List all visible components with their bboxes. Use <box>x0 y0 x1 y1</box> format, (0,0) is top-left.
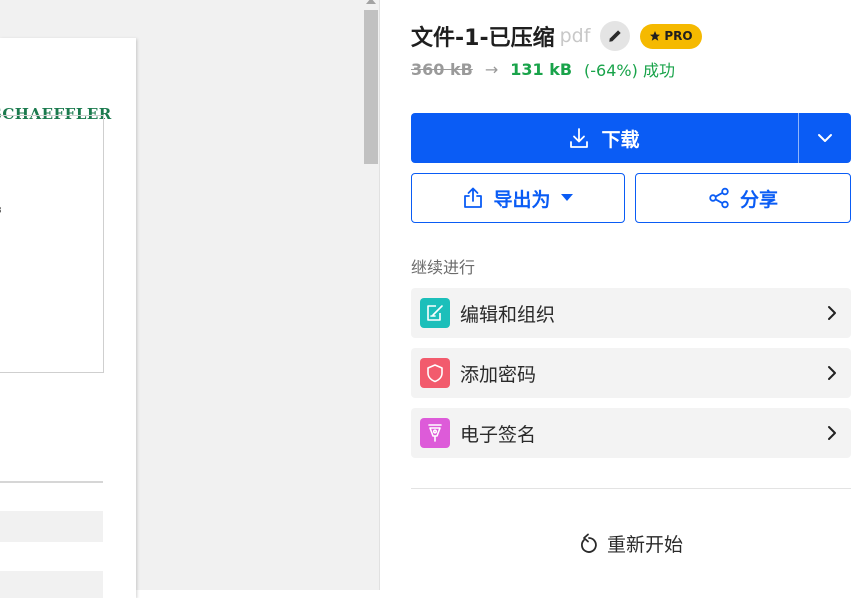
document-preview: SCHAEFFLER 3 <box>0 0 362 598</box>
file-extension: pdf <box>559 25 591 47</box>
pro-label: PRO <box>664 29 693 43</box>
preview-row <box>0 511 103 542</box>
chevron-right-icon <box>827 425 837 441</box>
preview-scrollbar[interactable] <box>362 0 380 590</box>
share-button[interactable]: 分享 <box>635 173 851 223</box>
preview-content-box <box>0 115 104 373</box>
original-size: 360 kB <box>411 59 473 79</box>
preview-page: SCHAEFFLER 3 <box>0 38 136 598</box>
tool-edit-organize[interactable]: 编辑和组织 <box>411 288 851 338</box>
chevron-down-icon <box>818 134 832 142</box>
download-label: 下载 <box>601 128 640 151</box>
arrow-right-icon: → <box>484 59 499 79</box>
compression-result: (-64%) 成功 <box>584 61 675 80</box>
pro-badge[interactable]: PRO <box>640 23 702 49</box>
compressed-size: 131 kB <box>510 59 573 79</box>
share-label: 分享 <box>739 188 778 211</box>
star-icon <box>650 31 661 41</box>
pencil-icon <box>609 30 622 42</box>
export-label: 导出为 <box>493 188 551 211</box>
chevron-right-icon <box>827 365 837 381</box>
restart-icon <box>581 533 597 553</box>
download-button[interactable]: 下载 <box>411 113 798 163</box>
download-button-group: 下载 <box>411 113 851 163</box>
tool-label: 添加密码 <box>460 363 537 386</box>
caret-down-icon <box>560 194 573 201</box>
size-comparison: 360 kB → 131 kB (-64%) 成功 <box>411 57 675 81</box>
file-name: 文件-1-已压缩 <box>411 26 555 51</box>
continue-heading: 继续进行 <box>411 258 476 277</box>
rename-button[interactable] <box>600 21 631 51</box>
tool-e-sign[interactable]: 电子签名 <box>411 408 851 458</box>
chevron-right-icon <box>827 305 837 321</box>
shield-icon <box>420 358 450 388</box>
preview-row <box>0 571 103 598</box>
scroll-thumb[interactable] <box>364 10 378 164</box>
download-icon <box>570 128 589 148</box>
share-icon <box>709 187 729 209</box>
restart-label: 重新开始 <box>606 534 683 556</box>
pen-nib-icon <box>420 418 450 448</box>
tool-label: 编辑和组织 <box>460 303 556 326</box>
scroll-up-arrow-icon[interactable] <box>366 0 376 4</box>
result-panel: 文件-1-已压缩 pdf PRO 360 kB → 131 kB (-64%) … <box>381 0 867 590</box>
file-title-row: 文件-1-已压缩 pdf PRO <box>411 20 702 52</box>
section-divider <box>411 488 851 489</box>
tool-label: 电子签名 <box>460 423 537 446</box>
export-icon <box>464 187 483 208</box>
edit-organize-icon <box>420 298 450 328</box>
preview-divider <box>0 481 103 483</box>
preview-page-mark: 3 <box>0 206 2 216</box>
restart-button[interactable]: 重新开始 <box>381 530 867 557</box>
export-button[interactable]: 导出为 <box>411 173 625 223</box>
download-options-button[interactable] <box>799 113 851 163</box>
tool-add-password[interactable]: 添加密码 <box>411 348 851 398</box>
